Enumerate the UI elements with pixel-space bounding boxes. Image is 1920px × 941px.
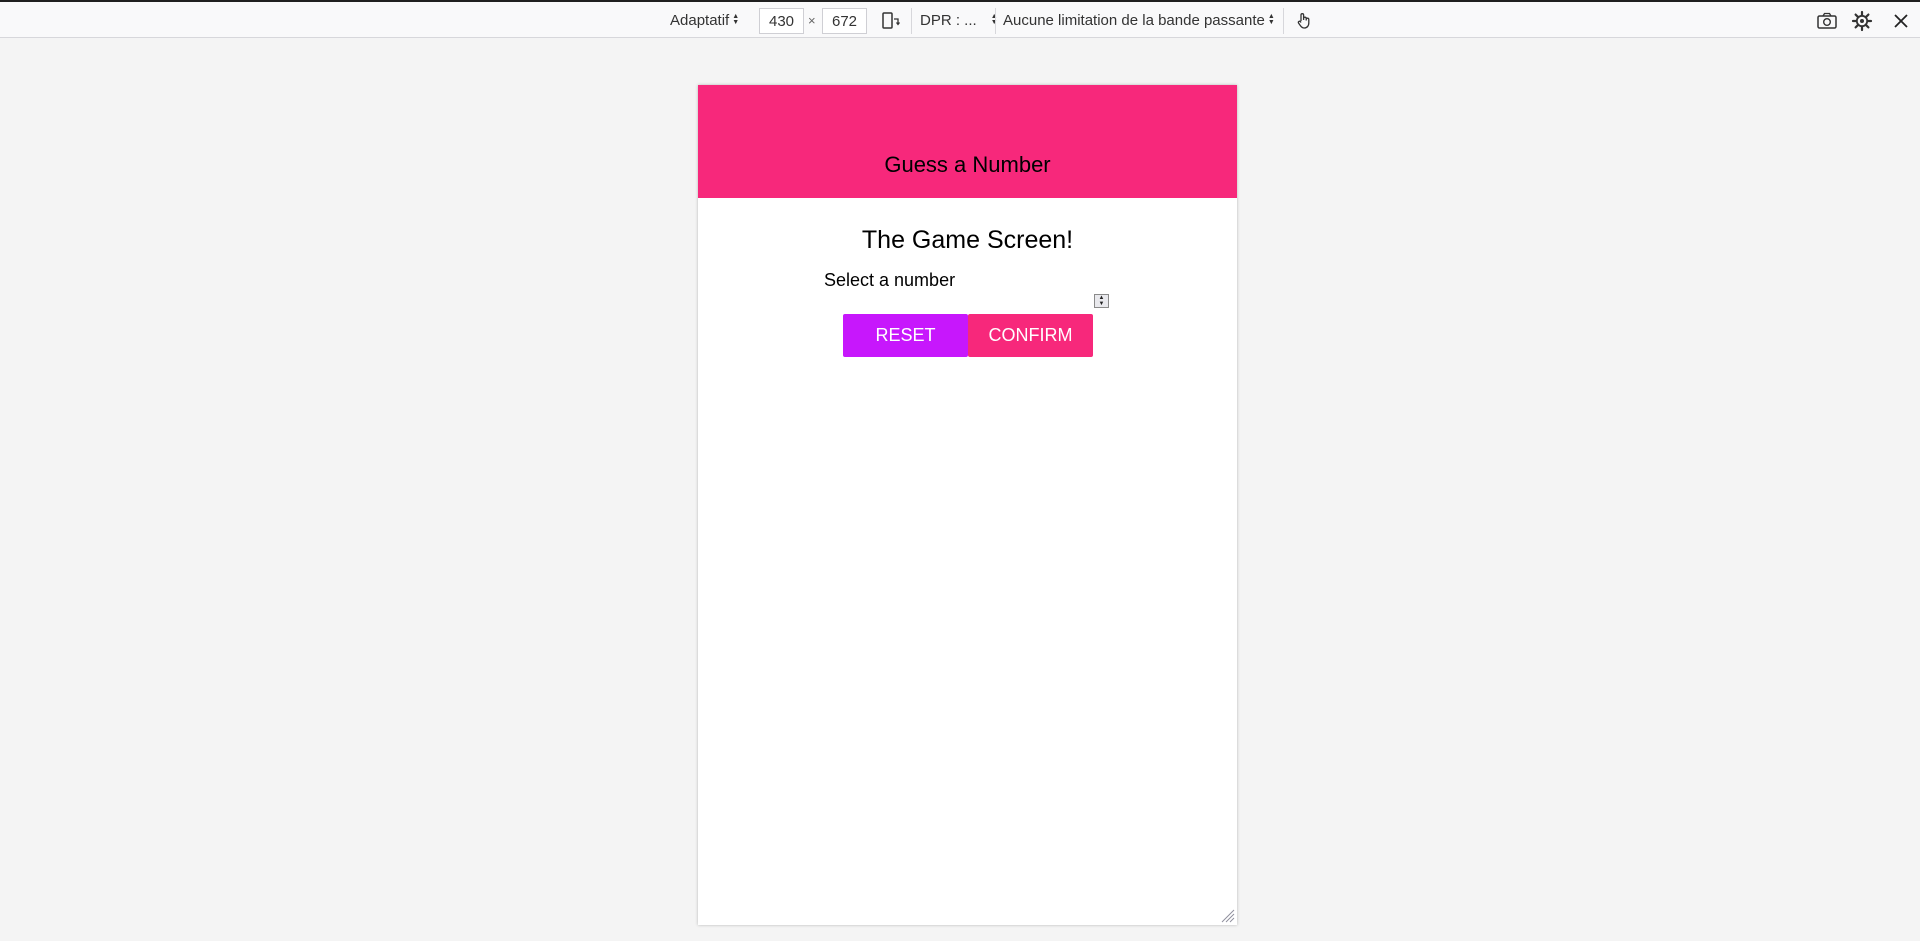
number-stepper[interactable]: ▲ ▼ bbox=[1094, 294, 1109, 308]
game-screen-title: The Game Screen! bbox=[861, 226, 1074, 254]
dpr-selector[interactable]: DPR : ... ▲▼ bbox=[920, 2, 998, 38]
network-throttling-selector[interactable]: Aucune limitation de la bande passante ▲… bbox=[1003, 2, 1275, 38]
resize-handle-icon[interactable] bbox=[1221, 909, 1235, 923]
network-throttling-label: Aucune limitation de la bande passante bbox=[1003, 11, 1265, 29]
rotate-device-icon[interactable] bbox=[879, 10, 901, 32]
touch-simulation-icon[interactable] bbox=[1293, 10, 1315, 32]
close-icon[interactable] bbox=[1890, 10, 1912, 32]
settings-icon[interactable] bbox=[1851, 10, 1873, 32]
confirm-button[interactable]: CONFIRM bbox=[968, 314, 1093, 357]
dpr-selector-label: DPR : ... bbox=[920, 11, 977, 29]
reset-button[interactable]: RESET bbox=[843, 314, 968, 357]
viewport-height-input[interactable]: 672 bbox=[822, 8, 867, 34]
viewport-width-input[interactable]: 430 bbox=[759, 8, 804, 34]
app-header-title: Guess a Number bbox=[884, 152, 1051, 177]
updown-arrows-icon: ▲▼ bbox=[732, 13, 740, 26]
toolbar-divider bbox=[911, 8, 912, 34]
toolbar-divider bbox=[995, 8, 996, 34]
screenshot-icon[interactable] bbox=[1816, 10, 1838, 32]
device-selector-label: Adaptatif bbox=[670, 11, 730, 29]
app-header: Guess a Number bbox=[698, 85, 1237, 198]
device-viewport: Guess a Number The Game Screen! Select a… bbox=[698, 85, 1237, 925]
updown-arrows-icon: ▲▼ bbox=[1267, 13, 1275, 26]
stepper-down-icon[interactable]: ▼ bbox=[1099, 301, 1105, 307]
toolbar-divider bbox=[1283, 8, 1284, 34]
select-number-label: Select a number bbox=[824, 270, 956, 290]
device-selector[interactable]: Adaptatif ▲ ▼ bbox=[670, 2, 739, 38]
responsive-design-toolbar: Adaptatif ▲▼ 430 × 672 DPR : ... ▲▼ Aucu… bbox=[0, 2, 1920, 38]
dimension-separator: × bbox=[808, 12, 816, 28]
